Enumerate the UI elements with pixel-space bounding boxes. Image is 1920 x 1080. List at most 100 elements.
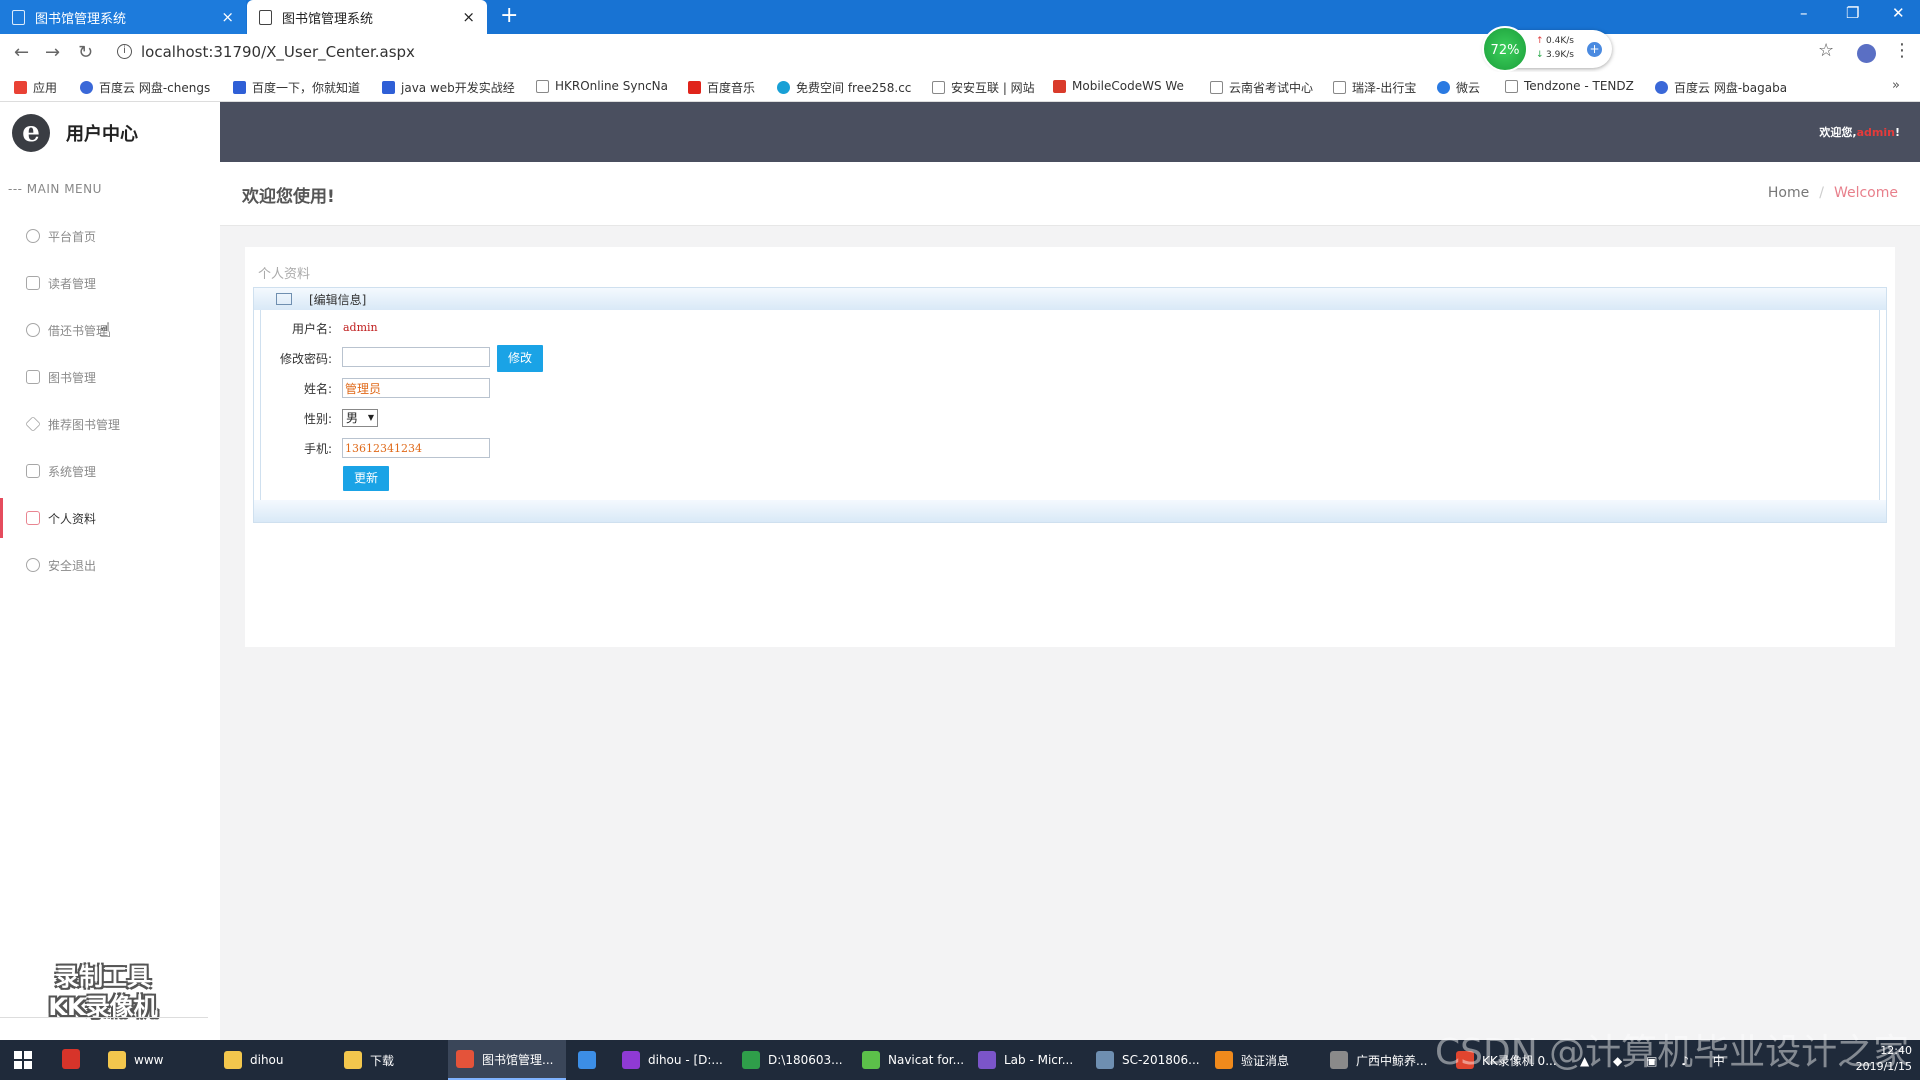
bookmark-item[interactable]: 微云	[1437, 79, 1480, 96]
breadcrumb-home[interactable]: Home	[1768, 185, 1809, 201]
reload-icon[interactable]: ↻	[78, 42, 93, 63]
breadcrumb-current: Welcome	[1833, 185, 1898, 201]
taskbar-item[interactable]: SC-201806...	[1088, 1040, 1204, 1080]
diamond-icon	[25, 416, 41, 432]
bookmark-item[interactable]: 云南省考试中心	[1210, 79, 1313, 96]
sidebar-item-label: 推荐图书管理	[48, 417, 121, 432]
taskbar-item-label: 图书馆管理...	[482, 1052, 554, 1067]
eye-icon	[26, 229, 40, 243]
app-icon	[344, 1051, 362, 1069]
back-icon[interactable]: ←	[14, 42, 29, 63]
browser-tab-2[interactable]: 图书馆管理系统 ×	[247, 0, 487, 34]
taskbar-item[interactable]: D:\180603...	[734, 1040, 850, 1080]
bookmark-item[interactable]: 百度音乐	[688, 79, 755, 96]
bookmark-item[interactable]: 百度云 网盘-chengs	[80, 79, 210, 96]
menu-header: --- MAIN MENU	[8, 182, 102, 196]
more-vertical-icon[interactable]: ⋮	[1893, 40, 1911, 61]
taskbar-item-label: D:\180603...	[768, 1053, 843, 1067]
bookmark-item[interactable]: 百度云 网盘-bagaba	[1655, 79, 1787, 96]
compass-icon	[26, 323, 40, 337]
avatar[interactable]	[1857, 44, 1876, 63]
comment-icon	[26, 511, 40, 525]
taskbar-item[interactable]: Navicat for...	[854, 1040, 966, 1080]
baidu-paw-icon	[382, 81, 395, 94]
bookmark-item[interactable]: HKROnline SyncNa	[536, 79, 668, 93]
close-icon[interactable]: ×	[221, 8, 234, 26]
welcome-user: 欢迎您,admin!	[1819, 124, 1900, 140]
sidebar-item-label: 图书管理	[48, 370, 97, 385]
password-input[interactable]	[342, 347, 490, 367]
star-icon[interactable]: ☆	[1818, 40, 1834, 61]
taskbar-item[interactable]: Lab - Micr...	[970, 1040, 1084, 1080]
bookmark-item[interactable]: java web开发实战经	[382, 79, 515, 96]
section-title: 个人资料	[258, 267, 311, 282]
taskbar-item[interactable]: 下载	[336, 1040, 446, 1080]
arrow-up-icon: ↑	[1536, 36, 1544, 46]
breadcrumb: Home / Welcome	[1768, 185, 1898, 201]
bookmark-label: 安安互联 | 网站	[951, 81, 1035, 95]
bookmark-item[interactable]: 安安互联 | 网站	[932, 79, 1035, 96]
username-value: admin	[343, 321, 378, 334]
taskbar-item[interactable]: dihou - [D:...	[614, 1040, 730, 1080]
forward-icon[interactable]: →	[45, 42, 60, 63]
username[interactable]: admin	[1857, 126, 1895, 139]
info-icon[interactable]: i	[117, 44, 132, 59]
bookmark-item[interactable]: 瑞泽-出行宝	[1333, 79, 1416, 96]
bookmark-item[interactable]: Tendzone - TENDZ	[1505, 79, 1634, 93]
sidebar-item[interactable]: 推荐图书管理	[0, 404, 220, 444]
welcome-prefix: 欢迎您,	[1819, 126, 1857, 139]
sidebar-item-label: 系统管理	[48, 464, 97, 479]
app-icon	[862, 1051, 880, 1069]
sidebar-item[interactable]: 图书管理	[0, 357, 220, 397]
taskbar-item[interactable]: 广西中鲸养...	[1322, 1040, 1444, 1080]
circle-icon	[777, 81, 790, 94]
bookmark-item[interactable]: MobileCodeWS We	[1053, 79, 1184, 93]
plus-icon[interactable]: +	[1587, 42, 1602, 57]
restore-icon[interactable]: ❐	[1846, 4, 1859, 22]
taskbar-item[interactable]	[570, 1040, 610, 1080]
minimize-icon[interactable]: –	[1800, 4, 1808, 22]
apps-grid-icon	[14, 81, 27, 94]
sidebar-item[interactable]: 个人资料	[0, 498, 220, 538]
caret-down-icon: ▼	[367, 413, 374, 422]
app-icon	[978, 1051, 996, 1069]
close-window-icon[interactable]: ✕	[1892, 4, 1905, 22]
name-input[interactable]	[342, 378, 490, 398]
taskbar-item[interactable]: 验证消息	[1207, 1040, 1319, 1080]
bookmark-item[interactable]: 免费空间 free258.cc	[777, 79, 911, 96]
edit-form: [编辑信息]	[253, 287, 1887, 523]
app-icon	[578, 1051, 596, 1069]
page-heading-bar: 欢迎您使用! Home / Welcome	[220, 162, 1920, 226]
bookmark-item[interactable]: 应用	[14, 79, 57, 96]
taskbar-item-label: Navicat for...	[888, 1053, 965, 1067]
sidebar-item[interactable]: 系统管理	[0, 451, 220, 491]
taskbar-item[interactable]: www	[100, 1040, 210, 1080]
taskbar-item-label: dihou - [D:...	[648, 1053, 723, 1067]
close-icon[interactable]: ×	[462, 8, 475, 26]
new-tab-button[interactable]: +	[500, 3, 518, 28]
shield-icon[interactable]	[62, 1049, 80, 1069]
upload-speed: 0.4K/s	[1546, 36, 1574, 46]
update-button[interactable]: 更新	[343, 466, 389, 491]
logo: e	[12, 114, 50, 152]
gender-select[interactable]: 男 ▼	[342, 409, 378, 427]
bookmark-item[interactable]: 百度一下，你就知道	[233, 79, 360, 96]
windows-start-icon[interactable]	[14, 1051, 32, 1069]
taskbar-item-label: 下载	[370, 1053, 395, 1068]
app-icon	[622, 1051, 640, 1069]
modify-password-button[interactable]: 修改	[497, 345, 543, 372]
sidebar-item[interactable]: 平台首页	[0, 216, 220, 256]
browser-tab-1[interactable]: 图书馆管理系统 ×	[0, 0, 246, 34]
phone-input[interactable]	[342, 438, 490, 458]
power-icon	[26, 558, 40, 572]
taskbar-item[interactable]: 图书馆管理...	[448, 1040, 566, 1080]
taskbar-item[interactable]: dihou	[216, 1040, 326, 1080]
url-text[interactable]: localhost:31790/X_User_Center.aspx	[141, 43, 415, 61]
sidebar-item[interactable]: 读者管理	[0, 263, 220, 303]
download-speed: 3.9K/s	[1546, 50, 1574, 60]
app-icon	[456, 1050, 474, 1068]
chevron-right-icon[interactable]: »	[1892, 78, 1900, 93]
page-icon	[1210, 81, 1223, 94]
page-icon	[259, 9, 272, 25]
sidebar-item[interactable]: 安全退出	[0, 545, 220, 585]
